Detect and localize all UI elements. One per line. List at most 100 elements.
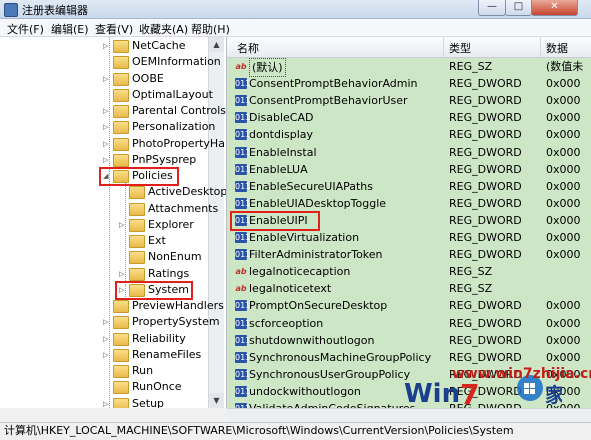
tree-node[interactable]: Attachments xyxy=(119,201,218,217)
tree-node-label: RenameFiles xyxy=(132,347,202,361)
menu-help[interactable]: 帮助(H) xyxy=(191,21,230,37)
tree-node[interactable]: OptimalLayout xyxy=(103,87,213,103)
tree-expand-arrow-icon[interactable]: ▷ xyxy=(119,266,128,282)
value-row[interactable]: 011 scforceoption REG_DWORD 0x000 xyxy=(227,315,591,332)
folder-icon xyxy=(113,365,129,378)
list-header: 名称 类型 数据 xyxy=(227,37,591,58)
value-type: REG_DWORD xyxy=(449,333,522,347)
column-header-data[interactable]: 数据 xyxy=(546,40,568,56)
tree-node[interactable]: OEMInformation xyxy=(103,54,221,70)
dword-value-icon: 011 xyxy=(235,232,251,243)
tree-node[interactable]: ▷ NetCache xyxy=(103,38,186,54)
tree-node-label: Reliability xyxy=(132,331,186,345)
value-row[interactable]: ab legalnoticecaption REG_SZ xyxy=(227,263,591,280)
value-row[interactable]: 011 shutdownwithoutlogon REG_DWORD 0x000 xyxy=(227,332,591,349)
folder-icon xyxy=(129,251,145,265)
tree-expand-arrow-icon[interactable]: ▷ xyxy=(103,71,112,87)
value-name: ValidateAdminCodeSignatures xyxy=(249,400,415,408)
value-row[interactable]: 011 dontdisplay REG_DWORD 0x000 xyxy=(227,126,591,143)
dword-value-icon: 011 xyxy=(235,249,251,261)
tree-expand-arrow-icon[interactable]: ▷ xyxy=(103,119,112,135)
menu-file[interactable]: 文件(F) xyxy=(7,21,44,37)
value-row[interactable]: 011 EnableSecureUIAPaths REG_DWORD 0x000 xyxy=(227,178,591,195)
tree-node[interactable]: ▷ PnPSysprep xyxy=(103,152,196,168)
red-annotation-box xyxy=(115,280,193,300)
list-horizontal-scrollbar[interactable] xyxy=(227,408,591,423)
tree-node[interactable]: NonEnum xyxy=(119,249,202,265)
tree-node[interactable]: ActiveDesktop xyxy=(119,184,227,200)
tree-scroll-down-arrow[interactable]: ▼ xyxy=(209,393,224,408)
column-divider[interactable] xyxy=(540,37,541,57)
value-data: 0x000 xyxy=(546,94,581,108)
menu-favorites[interactable]: 收藏夹(A) xyxy=(139,21,188,37)
value-row[interactable]: 011 FilterAdministratorToken REG_DWORD 0x00… xyxy=(227,246,591,263)
tree-expand-arrow-icon[interactable]: ▷ xyxy=(103,331,112,347)
value-type: REG_DWORD xyxy=(449,77,522,91)
tree-node[interactable]: ▷ PhotoPropertyHa xyxy=(103,136,225,152)
tree-node[interactable]: ▷ OOBE xyxy=(103,71,164,87)
tree-node[interactable]: ▷ Explorer xyxy=(119,217,194,233)
value-type: REG_DWORD xyxy=(449,196,522,210)
value-row[interactable]: ab legalnoticetext REG_SZ xyxy=(227,280,591,297)
value-row[interactable]: 011 EnableInstal REG_DWORD 0x000 xyxy=(227,144,591,161)
value-type: REG_DWORD xyxy=(449,94,522,108)
tree-node[interactable]: ▷ Parental Controls xyxy=(103,103,226,119)
value-data: 0x000 xyxy=(546,77,581,91)
tree-node[interactable]: ▷ Personalization xyxy=(103,119,215,135)
tree-node[interactable]: ▷ Setup xyxy=(103,396,165,409)
column-header-type[interactable]: 类型 xyxy=(449,40,471,56)
tree-expand-arrow-icon[interactable]: ▷ xyxy=(103,136,112,152)
folder-icon xyxy=(129,218,145,232)
dword-value-icon: 011 xyxy=(235,197,251,209)
close-button[interactable]: ✕ xyxy=(531,0,578,16)
value-row[interactable]: 011 PromptOnSecureDesktop REG_DWORD 0x000 xyxy=(227,297,591,314)
registry-key-tree[interactable]: ▲ ▼ ▷ NetCache OEMInformation ▷ OOBE OptimalL… xyxy=(0,37,227,408)
tree-scroll-up-arrow[interactable]: ▲ xyxy=(209,37,224,52)
registry-value-list[interactable]: 名称 类型 数据 ab (默认) REG_SZ (数值未 011 ConsentPromp… xyxy=(227,37,591,408)
value-type: REG_SZ xyxy=(449,60,493,73)
value-row[interactable]: ab (默认) REG_SZ (数值未 xyxy=(227,58,591,77)
value-row[interactable]: 011 ConsentPromptBehaviorUser REG_DWORD 0x0… xyxy=(227,92,591,109)
value-row[interactable]: 011 EnableUIADesktopToggle REG_DWORD 0x000 xyxy=(227,195,591,212)
tree-node[interactable]: Ext xyxy=(119,233,166,249)
tree-expand-arrow-icon[interactable]: ▷ xyxy=(103,152,112,168)
string-value-icon: ab xyxy=(235,62,247,71)
tree-expand-arrow-icon[interactable]: ▷ xyxy=(103,103,112,119)
value-row[interactable]: 011 EnableVirtualization REG_DWORD 0x000 xyxy=(227,229,591,246)
minimize-button[interactable]: — xyxy=(478,0,506,16)
tree-expand-arrow-icon[interactable]: ▷ xyxy=(103,314,112,330)
tree-expand-arrow-icon[interactable]: ▷ xyxy=(119,217,128,233)
value-row[interactable]: 011 DisableCAD REG_DWORD 0x000 xyxy=(227,109,591,126)
tree-node-label: Explorer xyxy=(148,217,194,231)
column-header-name[interactable]: 名称 xyxy=(237,40,259,56)
menu-bar: 文件(F) 编辑(E) 查看(V) 收藏夹(A) 帮助(H) xyxy=(0,19,591,37)
folder-icon xyxy=(113,316,129,330)
column-divider[interactable] xyxy=(443,37,444,57)
tree-node[interactable]: PreviewHandlers xyxy=(103,298,224,314)
tree-node[interactable]: ▷ Ratings xyxy=(119,266,189,282)
value-name: EnableInstal xyxy=(249,145,317,159)
menu-edit[interactable]: 编辑(E) xyxy=(51,21,89,37)
tree-expand-arrow-icon[interactable]: ▷ xyxy=(103,347,112,363)
tree-node-label: ActiveDesktop xyxy=(148,185,227,199)
tree-node-label: Setup xyxy=(132,396,165,409)
folder-icon xyxy=(113,332,129,346)
tree-expand-arrow-icon[interactable]: ▷ xyxy=(103,396,112,409)
menu-view[interactable]: 查看(V) xyxy=(95,21,133,37)
value-row[interactable]: 011 EnableLUA REG_DWORD 0x000 xyxy=(227,161,591,178)
value-row[interactable]: 011 ConsentPromptBehaviorAdmin REG_DWORD 0x… xyxy=(227,75,591,92)
tree-node[interactable]: ▷ PropertySystem xyxy=(103,314,220,330)
maximize-button[interactable]: □ xyxy=(505,0,532,16)
folder-icon xyxy=(113,137,129,151)
value-name: undockwithoutlogon xyxy=(249,384,361,398)
tree-node[interactable]: ▷ RenameFiles xyxy=(103,347,201,363)
value-data: 0x000 xyxy=(546,179,581,193)
tree-node[interactable]: RunOnce xyxy=(103,379,182,395)
folder-icon xyxy=(113,300,129,313)
tree-expand-arrow-icon[interactable]: ▷ xyxy=(103,38,112,54)
value-name: shutdownwithoutlogon xyxy=(249,333,375,347)
folder-icon xyxy=(113,105,129,118)
tree-node[interactable]: ▷ Reliability xyxy=(103,331,186,347)
value-name: EnableSecureUIAPaths xyxy=(249,179,374,193)
tree-node[interactable]: Run xyxy=(103,363,153,379)
